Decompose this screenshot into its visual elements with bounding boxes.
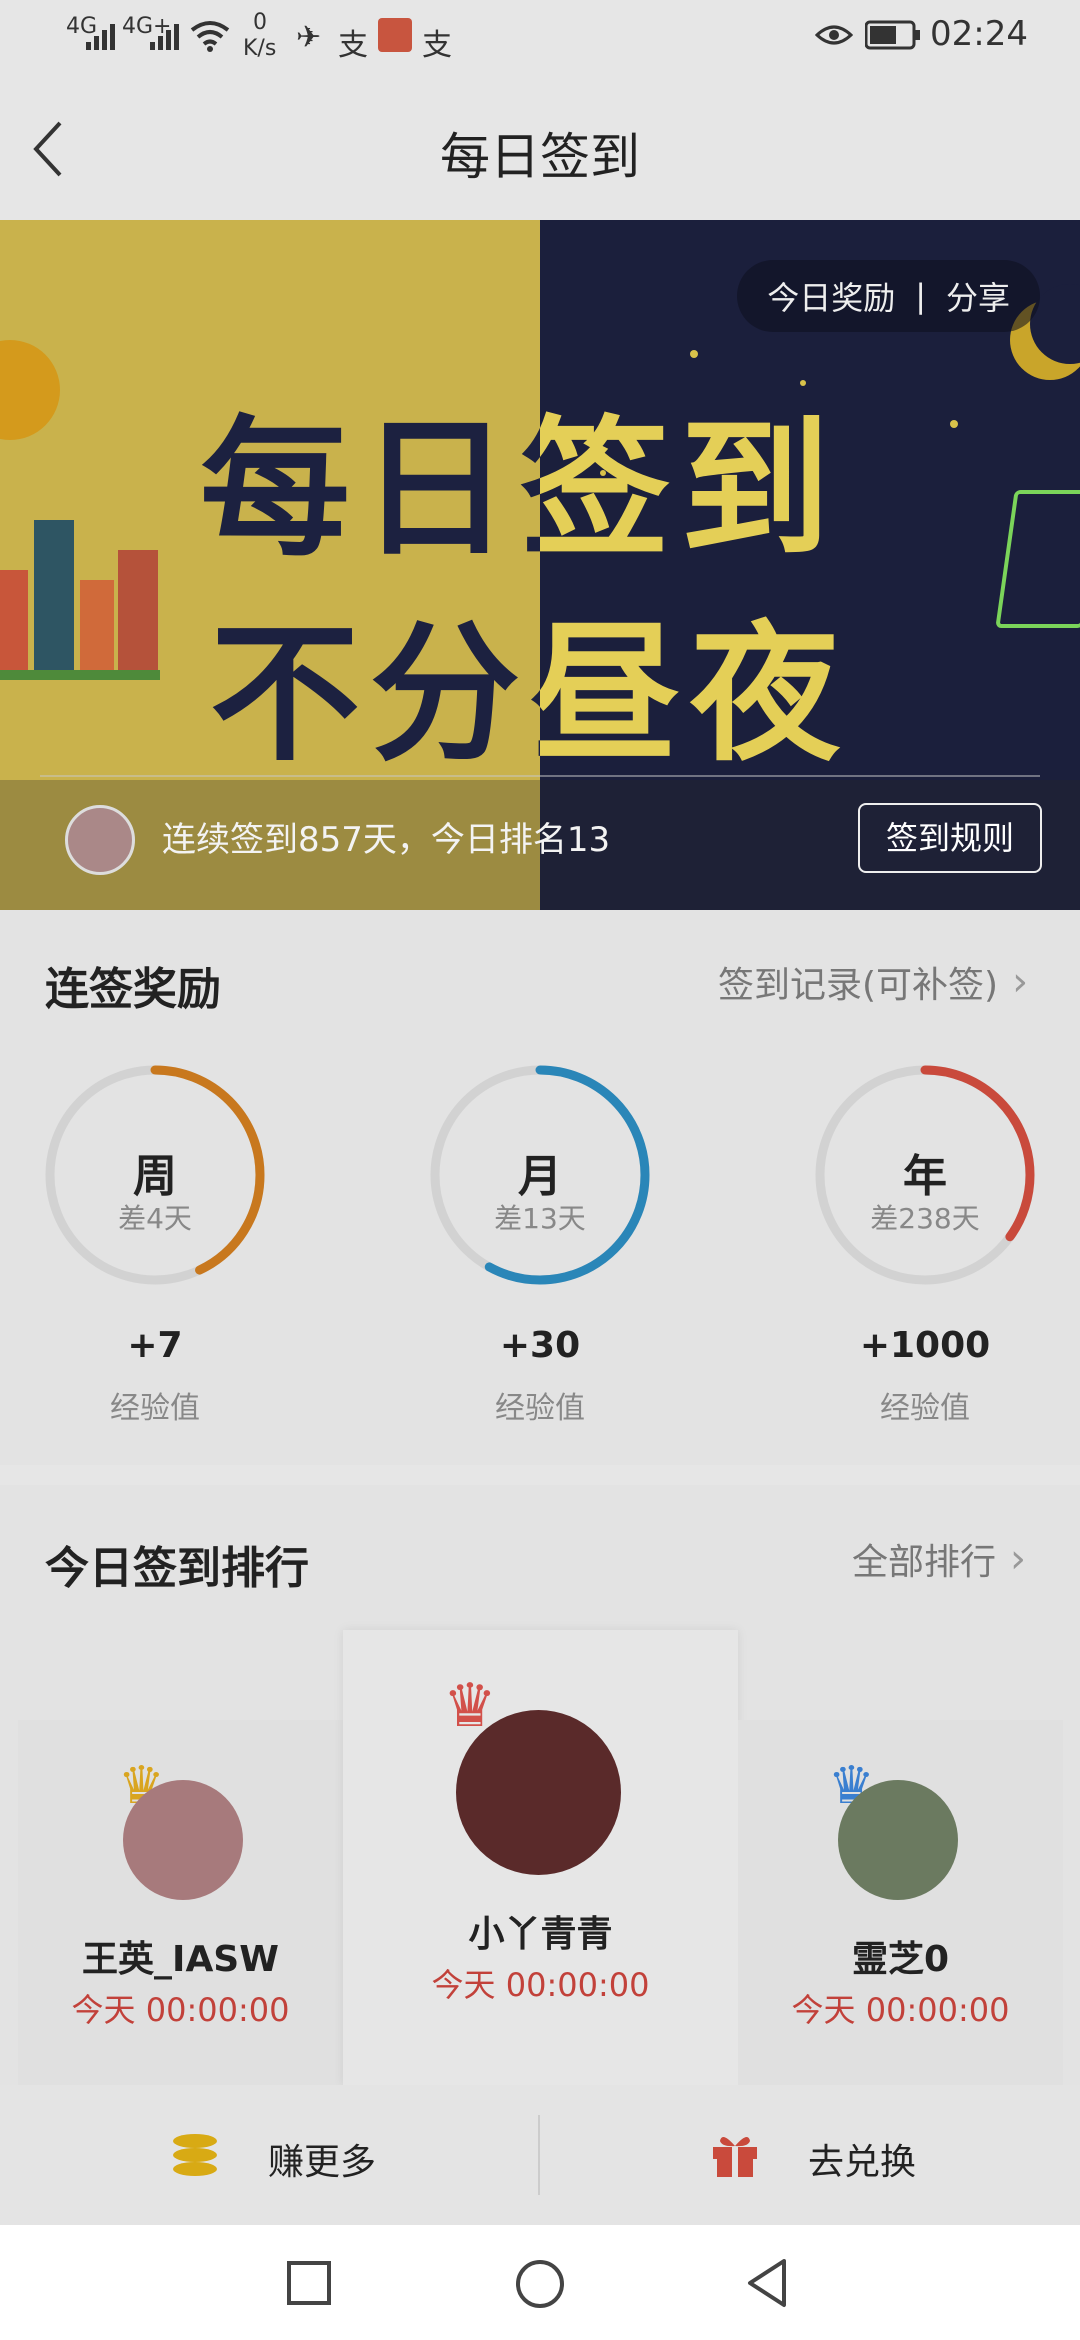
today-reward-link[interactable]: 今日奖励 [767,273,895,319]
headline-line1-night: 每日签到 [540,403,841,577]
chevron-right-icon: › [1012,959,1029,1005]
ring-period-label: 年 [903,1151,947,1202]
rank-avatar [123,1780,243,1900]
bottom-action-bar: 赚更多 去兑换 [0,2085,1080,2225]
ring-remaining-label: 差4天 [118,1202,192,1235]
reward-value: +30 [499,1325,581,1366]
net-speed-value: 0 [253,10,267,35]
chevron-right-icon: › [1010,1536,1027,1582]
streak-status-text: 连续签到857天，今日排名13 [162,820,611,860]
coins-icon [173,2134,217,2176]
notification-icon-1: ✈ [296,20,322,55]
signal-icon [86,24,115,50]
crown-icon: ♛ [443,1671,497,1741]
ring-remaining-label: 差238天 [870,1202,980,1235]
sign-in-record-label: 签到记录(可补签) [718,965,999,1006]
sign-in-rules-button[interactable]: 签到规则 [858,803,1042,873]
page-title: 每日签到 [440,128,640,186]
rank-card-2[interactable]: ♛ 王英_IASW 今天 00:00:00 [18,1720,343,2085]
rank-time: 今天 00:00:00 [791,1991,1010,2029]
share-link[interactable]: 分享 [946,273,1010,319]
reward-value: +7 [127,1325,183,1366]
reward-unit: 经验值 [495,1391,585,1426]
pill-separator: | [915,277,926,315]
banner-divider [40,775,1040,777]
net-speed-unit: K/s [243,36,277,61]
signal-icon-2 [150,24,179,50]
all-ranking-label: 全部排行 [852,1542,997,1583]
rank-name: 王英_IASW [82,1939,279,1980]
clock: 02:24 [930,14,1028,54]
earn-more-label: 赚更多 [268,2142,377,2183]
reward-ring-0: 周差4天 +7 经验值 [35,1055,275,1455]
back-nav-icon[interactable] [744,2257,790,2309]
rank-name: 霊芝0 [851,1939,950,1980]
reward-ring-2: 年差238天 +1000 经验值 [805,1055,1045,1455]
gift-icon [713,2137,757,2177]
rank-time: 今天 00:00:00 [71,1991,290,2029]
nav-bar: 每日签到 [0,75,1080,220]
ring-period-label: 周 [133,1151,177,1202]
banner-actions-pill: 今日奖励 | 分享 [737,260,1040,332]
rank-avatar [456,1710,621,1875]
system-nav-bar [0,2225,1080,2340]
eye-icon [815,25,853,45]
recents-icon[interactable] [286,2260,332,2306]
reward-unit: 经验值 [110,1391,200,1426]
streak-rewards-title: 连签奖励 [45,964,221,1015]
wifi-icon [190,21,230,52]
ring-period-label: 月 [518,1151,562,1202]
headline-line2-night: 不分昼夜 [540,608,851,780]
reward-unit: 经验值 [880,1391,970,1426]
home-icon[interactable] [514,2258,566,2310]
rank-avatar [838,1780,958,1900]
redeem-button[interactable]: 去兑换 [540,2085,1080,2225]
user-avatar[interactable] [65,805,135,875]
streak-rewards-section: 连签奖励 签到记录(可补签) › 周差4天 +7 经验值月差13天 +30 经验值年差2… [0,910,1080,1465]
reward-ring-1: 月差13天 +30 经验值 [420,1055,660,1455]
alipay-icon: 支 [338,28,368,63]
earn-more-button[interactable]: 赚更多 [0,2085,538,2225]
redeem-label: 去兑换 [808,2142,917,2183]
rank-time: 今天 00:00:00 [431,1966,650,2004]
sign-in-record-link[interactable]: 签到记录(可补签) › [718,956,1028,1008]
city-illustration [0,460,160,680]
rank-card-1[interactable]: ♛ 小丫青青 今天 00:00:00 [343,1630,738,2085]
all-ranking-link[interactable]: 全部排行 › [852,1533,1026,1585]
alipay-icon-2: 支 [422,28,452,63]
ring-remaining-label: 差13天 [494,1202,586,1235]
rank-name: 小丫青青 [468,1914,613,1955]
status-bar: 4G 4G+ 0 K/s ✈ 支 支 02:24 [0,0,1080,75]
app-notification-icon [378,18,412,52]
reward-value: +1000 [859,1325,991,1366]
rank-card-3[interactable]: ♛ 霊芝0 今天 00:00:00 [738,1720,1063,2085]
ranking-title: 今日签到排行 [45,1543,309,1594]
sign-in-banner: 每日签到 不分昼夜 每日签到 不分昼夜 今日奖励 | 分享 连续签到857天，今… [0,220,1080,910]
daily-ranking-section: 今日签到排行 全部排行 › ♛ 王英_IASW 今天 00:00:00 ♛ 小丫… [0,1485,1080,2085]
battery-icon [865,20,920,50]
